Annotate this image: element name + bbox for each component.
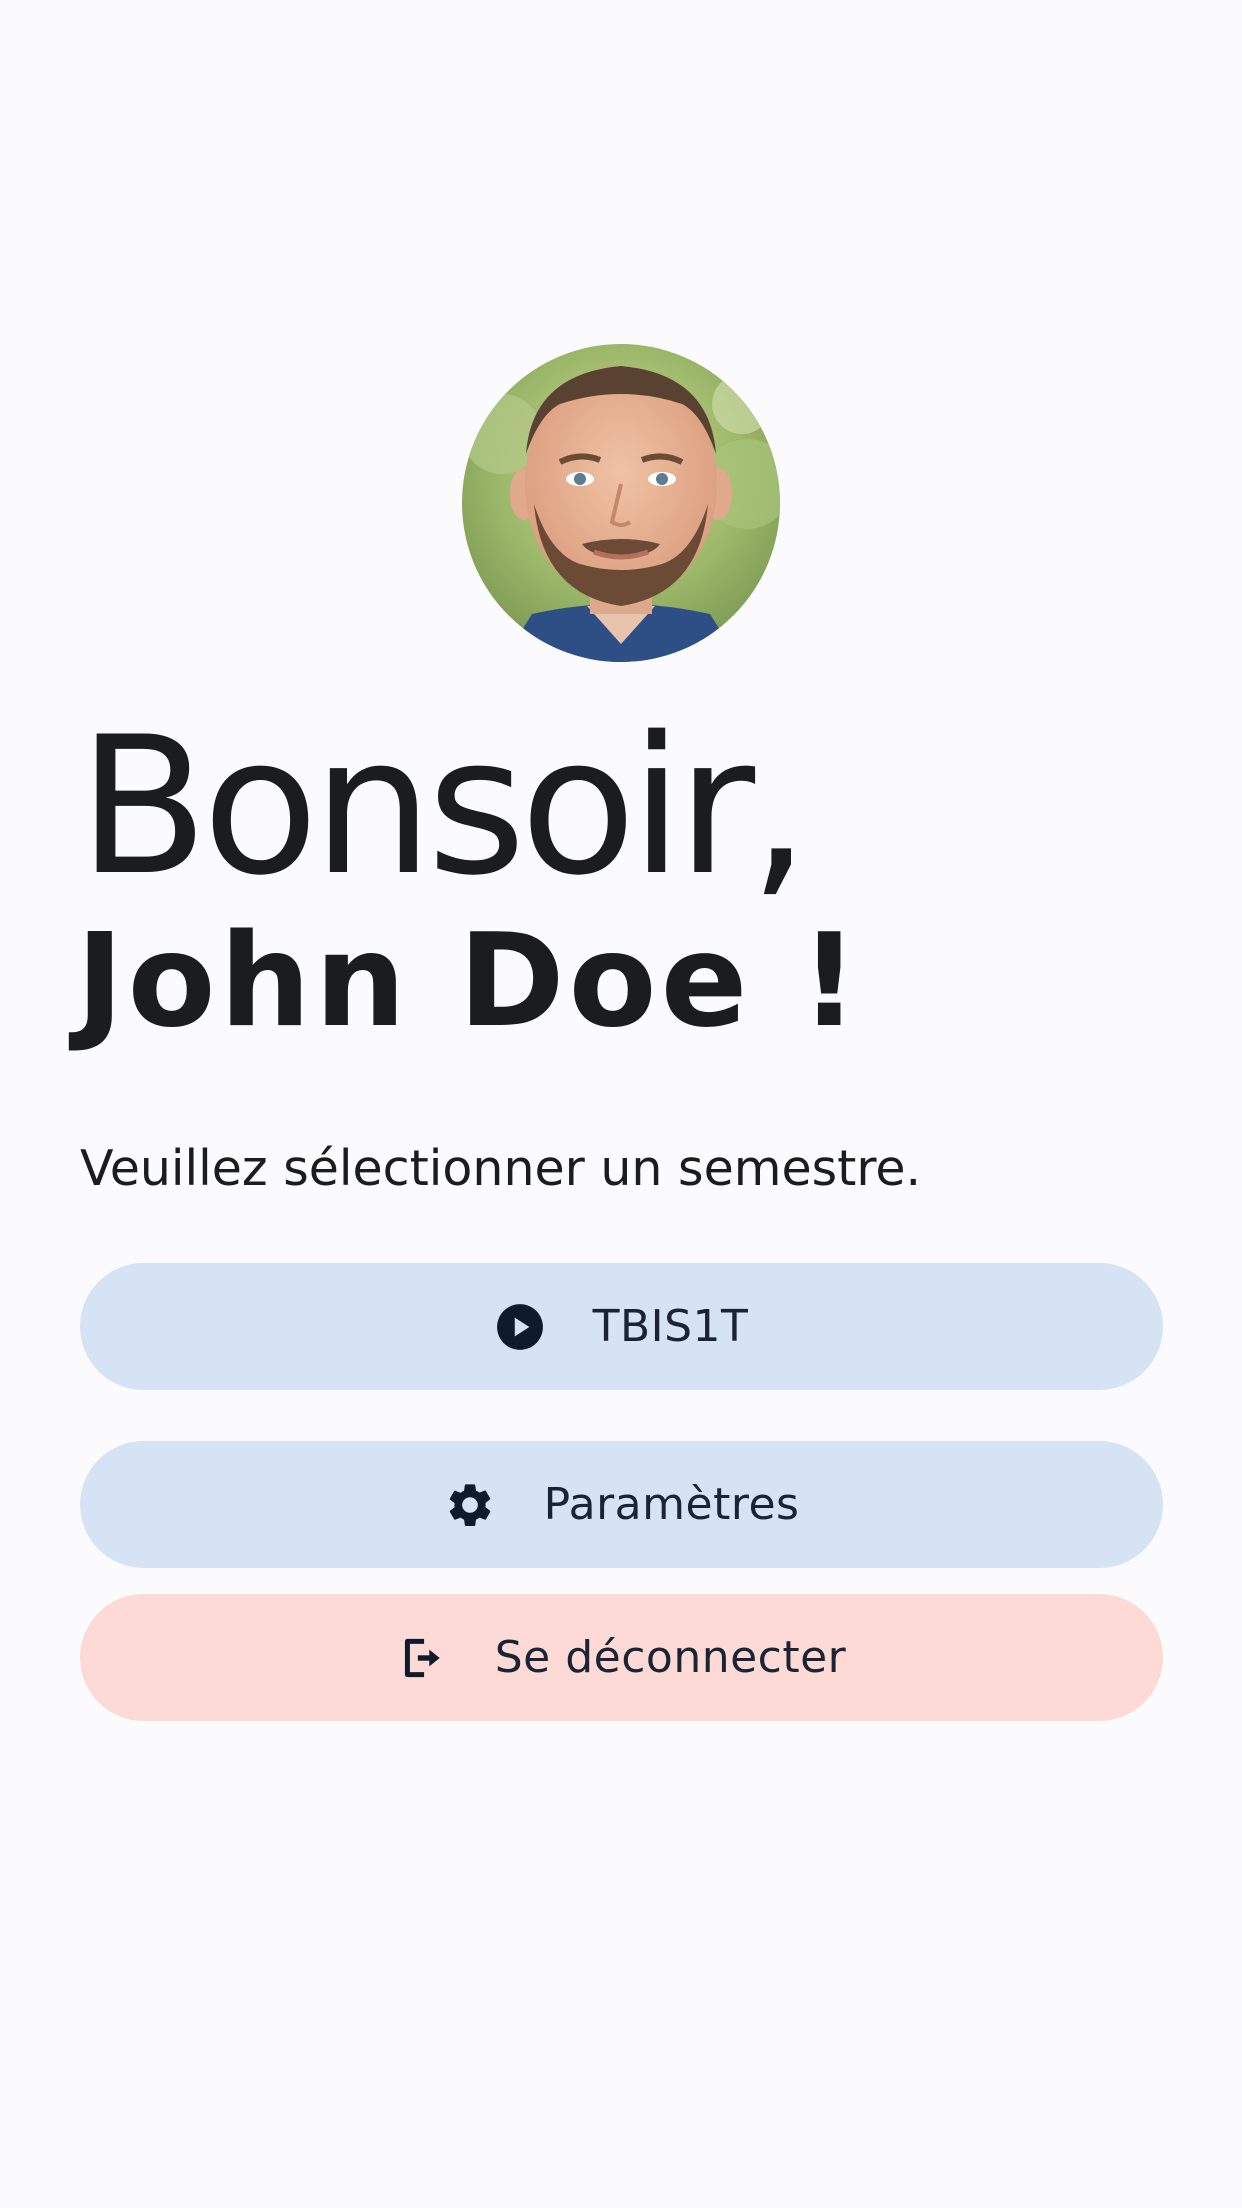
play-circle-icon bbox=[495, 1302, 545, 1352]
semester-button-tbis1t[interactable]: TBIS1T bbox=[80, 1263, 1163, 1390]
gear-icon bbox=[444, 1479, 496, 1531]
greeting-salutation: Bonsoir, bbox=[78, 696, 810, 917]
logout-icon bbox=[397, 1633, 447, 1683]
avatar-photo bbox=[462, 344, 780, 662]
logout-button-label: Se déconnecter bbox=[494, 1632, 847, 1683]
settings-button-label: Paramètres bbox=[543, 1479, 800, 1530]
semester-button-label: TBIS1T bbox=[592, 1301, 749, 1352]
avatar bbox=[462, 344, 780, 662]
user-name: John Doe ! bbox=[76, 907, 863, 1056]
semester-prompt: Veuillez sélectionner un semestre. bbox=[80, 1140, 922, 1197]
logout-button[interactable]: Se déconnecter bbox=[80, 1594, 1163, 1721]
settings-button[interactable]: Paramètres bbox=[80, 1441, 1163, 1568]
